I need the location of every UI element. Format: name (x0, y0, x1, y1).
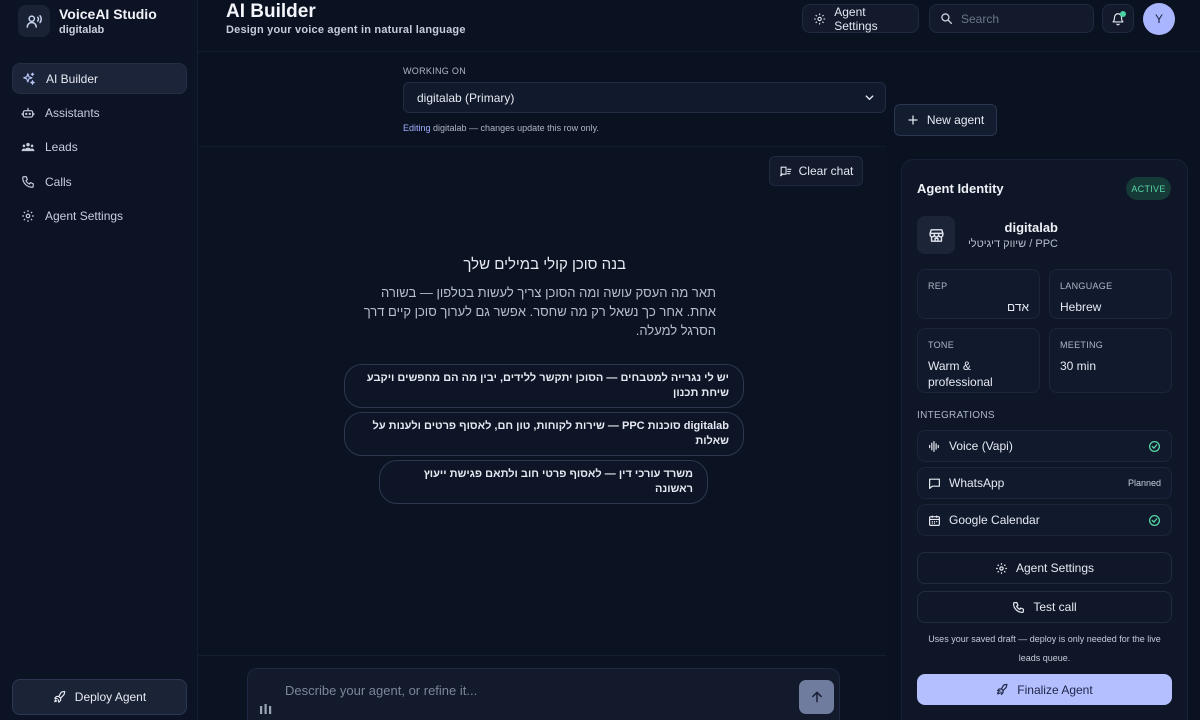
notification-dot (1120, 11, 1126, 17)
meeting-label: MEETING (1060, 340, 1104, 350)
draft-note: Uses your saved draft — deploy is only n… (928, 634, 1161, 663)
store-icon (928, 228, 944, 242)
rocket-icon (53, 690, 66, 703)
composer-divider (198, 655, 886, 656)
gear-icon (22, 209, 34, 222)
clear-chat-label: Clear chat (798, 164, 854, 178)
integration-whatsapp[interactable]: WhatsApp Planned (917, 467, 1172, 499)
suggestion-chip[interactable]: משרד עורכי דין — לאסוף פרטי חוב ולתאם פג… (379, 460, 708, 504)
test-call-label: Test call (1033, 600, 1077, 614)
sidebar-item-label: Calls (45, 174, 72, 189)
rep-label: REP (928, 281, 948, 291)
editing-note-text: digitalab — changes update this row only… (430, 123, 599, 133)
sidebar-item-ai-builder[interactable]: AI Builder (12, 63, 187, 94)
chevron-down-icon (865, 95, 874, 101)
gear-icon (814, 12, 826, 25)
tone-value: Warm & professional (928, 359, 993, 389)
message-icon (929, 478, 940, 489)
deploy-agent-label: Deploy Agent (74, 690, 147, 704)
sidebar-item-calls[interactable]: Calls (12, 166, 187, 197)
builder-hero-title: בנה סוכן קולי במילים שלך (463, 256, 626, 273)
agent-avatar (917, 216, 955, 254)
page-subtitle: Design your voice agent in natural langu… (226, 24, 466, 36)
suggestion-chip[interactable]: יש לי נגרייה למטבחים — הסוכן יתקשר ללידי… (344, 364, 744, 408)
language-card: LANGUAGE Hebrew (1049, 269, 1172, 319)
tone-label: TONE (928, 340, 955, 350)
brand-logo (18, 5, 50, 37)
phone-icon (22, 175, 34, 188)
finalize-agent-label: Finalize Agent (1017, 682, 1093, 697)
sidebar-item-label: Leads (45, 139, 78, 154)
language-label: LANGUAGE (1060, 281, 1113, 291)
bot-icon (21, 107, 35, 118)
sidebar-item-leads[interactable]: Leads (12, 131, 187, 162)
search-input[interactable] (961, 11, 1081, 26)
agent-name: digitalab (1004, 220, 1058, 235)
sidebar-item-assistants[interactable]: Assistants (12, 97, 187, 128)
new-agent-label: New agent (926, 113, 985, 127)
agent-identity-title: Agent Identity (917, 181, 1004, 196)
panel-agent-settings-label: Agent Settings (1015, 561, 1095, 575)
audio-wave-icon (929, 440, 939, 452)
test-call-button[interactable]: Test call (917, 591, 1172, 623)
language-value: Hebrew (1060, 300, 1102, 314)
integration-label: WhatsApp (949, 476, 1005, 490)
phone-icon (1013, 601, 1025, 613)
rep-card: REP אדם (917, 269, 1040, 319)
meeting-value: 30 min (1060, 359, 1097, 373)
integration-label: Voice (Vapi) (949, 439, 1013, 453)
editing-note-prefix: Editing (403, 123, 431, 133)
arrow-up-icon (811, 691, 822, 703)
meeting-card: MEETING 30 min (1049, 328, 1172, 393)
panel-agent-settings-button[interactable]: Agent Settings (917, 552, 1172, 584)
brand-subtitle: digitalab (59, 24, 105, 36)
integration-label: Google Calendar (949, 513, 1040, 527)
integration-status: Planned (1127, 478, 1161, 488)
clear-chat-button[interactable]: Clear chat (769, 156, 863, 186)
rep-value: אדם (1007, 300, 1029, 314)
page-title: AI Builder (226, 1, 316, 22)
voice-user-icon (26, 15, 42, 28)
notifications-button[interactable] (1102, 4, 1134, 33)
check-circle-icon (1148, 440, 1161, 452)
plus-icon (908, 115, 918, 125)
clear-chat-icon (779, 166, 792, 176)
calendar-icon (929, 515, 940, 526)
sidebar-item-label: Assistants (45, 105, 100, 120)
agent-category: שיווק דיגיטלי / PPC (967, 238, 1058, 250)
status-badge: ACTIVE (1126, 177, 1171, 200)
chat-input[interactable] (285, 683, 785, 698)
editing-note: Editing digitalab — changes update this … (403, 123, 599, 133)
agent-select-value: digitalab (Primary) (417, 90, 515, 105)
integrations-label: INTEGRATIONS (917, 410, 995, 421)
suggestion-chip[interactable]: digitalab סוכנות PPC — שירות לקוחות, טון… (344, 412, 744, 456)
builder-hero-description: תאר מה העסק עושה ומה הסוכן צריך לעשות בט… (363, 285, 716, 338)
sparkle-icon (23, 72, 35, 85)
header-agent-settings-label: Agent Settings (834, 4, 878, 33)
finalize-agent-button[interactable]: Finalize Agent (917, 674, 1172, 705)
deploy-agent-button[interactable]: Deploy Agent (12, 679, 187, 715)
chat-composer (247, 668, 840, 720)
tone-card: TONE Warm & professional (917, 328, 1040, 393)
check-circle-icon (1148, 514, 1161, 526)
working-on-label: WORKING ON (403, 66, 466, 76)
header-divider (198, 51, 1200, 52)
sidebar-item-label: Agent Settings (45, 208, 124, 223)
users-icon (21, 142, 35, 151)
sidebar-item-label: AI Builder (46, 71, 99, 86)
avatar[interactable]: Y (1143, 3, 1175, 35)
search-icon (941, 13, 953, 25)
sidebar-item-agent-settings[interactable]: Agent Settings (12, 200, 187, 231)
integration-voice[interactable]: Voice (Vapi) (917, 430, 1172, 462)
integration-google-calendar[interactable]: Google Calendar (917, 504, 1172, 536)
header-agent-settings-button[interactable]: Agent Settings (802, 4, 919, 33)
search-box[interactable] (929, 4, 1094, 33)
brand-title: VoiceAI Studio (59, 6, 157, 22)
send-button[interactable] (799, 680, 834, 714)
gear-icon (996, 562, 1007, 574)
audio-wave-icon (260, 704, 272, 714)
new-agent-button[interactable]: New agent (894, 104, 997, 136)
agent-select[interactable]: digitalab (Primary) (403, 82, 886, 113)
rocket-icon (997, 683, 1008, 695)
